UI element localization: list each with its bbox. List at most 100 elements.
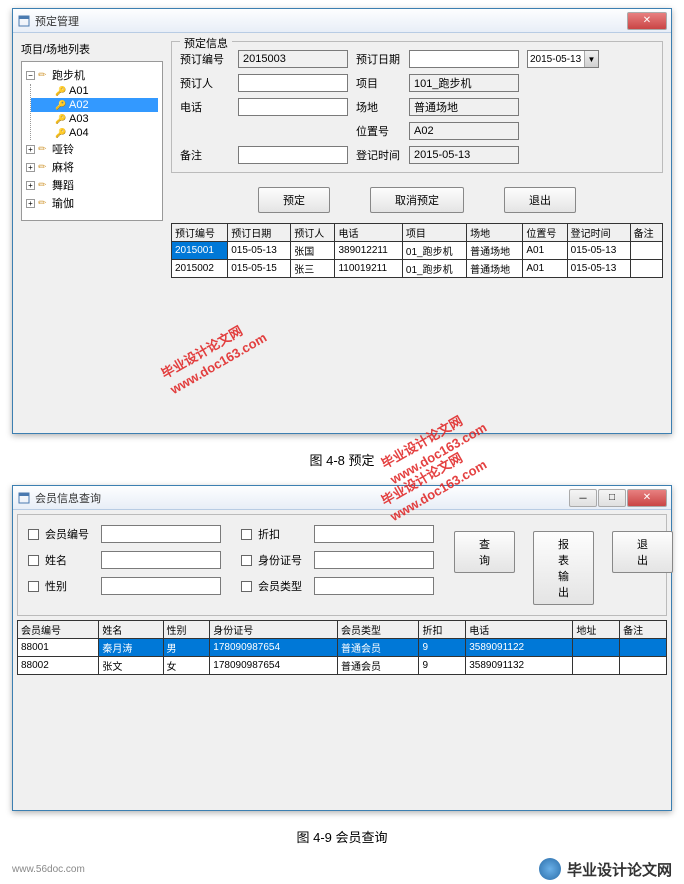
tree-node-child[interactable]: A04 [31,126,158,140]
input-position-no[interactable] [409,122,519,140]
query-button[interactable]: 查询 [454,531,515,573]
checkbox-gender[interactable] [28,581,39,592]
table-cell [573,657,620,675]
input-reg-time[interactable] [409,146,519,164]
checkbox-member-no[interactable] [28,529,39,540]
table-header[interactable]: 预订编号 [172,224,228,242]
table-cell: 178090987654 [210,657,338,675]
table-header[interactable]: 会员类型 [338,621,419,639]
window-icon [17,491,31,505]
expand-icon[interactable]: + [26,199,35,208]
checkbox-member-type[interactable] [241,581,252,592]
input-member-type[interactable] [314,577,434,595]
minimize-button[interactable]: － [569,489,597,507]
tree-node-child[interactable]: A03 [31,112,158,126]
bookings-table[interactable]: 预订编号预订日期预订人电话项目场地位置号登记时间备注 2015001015-05… [171,223,663,278]
table-header[interactable]: 备注 [630,224,662,242]
collapse-icon[interactable]: − [26,71,35,80]
exit-button[interactable]: 退出 [504,187,576,213]
table-header[interactable]: 电话 [466,621,573,639]
input-project[interactable] [409,74,519,92]
titlebar: 预定管理 ✕ [13,9,671,33]
expand-icon[interactable]: + [26,145,35,154]
table-header[interactable]: 位置号 [523,224,567,242]
table-header[interactable]: 性别 [163,621,210,639]
close-button[interactable]: ✕ [627,489,667,507]
table-cell: 普通场地 [467,242,523,260]
input-gender[interactable] [101,577,221,595]
table-header[interactable]: 电话 [335,224,402,242]
expand-icon[interactable]: + [26,181,35,190]
tree-node-root[interactable]: − 跑步机 [26,66,158,84]
checkbox-discount[interactable] [241,529,252,540]
tree-label: 项目/场地列表 [21,41,163,57]
tree-node-child[interactable]: A01 [31,84,158,98]
exit-button[interactable]: 退出 [612,531,673,573]
label-member-no: 会员编号 [45,526,95,542]
tree-node[interactable]: + 舞蹈 [26,176,158,194]
chevron-down-icon[interactable]: ▼ [584,51,598,67]
table-cell: 9 [419,639,466,657]
date-picker[interactable]: ▼ [527,50,599,68]
close-button[interactable]: ✕ [627,12,667,30]
table-header[interactable]: 场地 [467,224,523,242]
table-header[interactable]: 身份证号 [210,621,338,639]
input-booking-no[interactable] [238,50,348,68]
report-button[interactable]: 报表输出 [533,531,594,605]
table-cell: 9 [419,657,466,675]
input-discount[interactable] [314,525,434,543]
input-idno[interactable] [314,551,434,569]
table-cell [630,260,662,278]
table-header[interactable]: 项目 [402,224,466,242]
input-name[interactable] [101,551,221,569]
table-cell: 女 [163,657,210,675]
table-header[interactable]: 地址 [573,621,620,639]
tree-node[interactable]: + 麻将 [26,158,158,176]
table-cell: 015-05-13 [567,242,630,260]
table-cell: 88002 [18,657,99,675]
window-icon [17,14,31,28]
table-cell: 张国 [291,242,335,260]
table-cell: 男 [163,639,210,657]
table-row[interactable]: 2015002015-05-15张三11001921101_跑步机普通场地A01… [172,260,663,278]
table-header[interactable]: 折扣 [419,621,466,639]
table-row[interactable]: 88002张文女178090987654普通会员93589091132 [18,657,667,675]
input-member-no[interactable] [101,525,221,543]
table-header[interactable]: 预订日期 [228,224,291,242]
pencil-icon [38,179,50,191]
table-header[interactable]: 备注 [620,621,667,639]
table-cell [620,639,667,657]
cancel-booking-button[interactable]: 取消预定 [370,187,464,213]
member-query-window: 会员信息查询 － □ ✕ 会员编号 姓名 性别 [12,485,672,811]
members-table[interactable]: 会员编号姓名性别身份证号会员类型折扣电话地址备注 88001秦月涛男178090… [17,620,667,675]
table-header[interactable]: 登记时间 [567,224,630,242]
label-remarks: 备注 [180,147,230,163]
key-icon [55,127,67,139]
tree-view[interactable]: − 跑步机 A01 A02 A03 [21,61,163,221]
table-header[interactable]: 预订人 [291,224,335,242]
tree-node[interactable]: + 瑜伽 [26,194,158,212]
tree-node-label: 跑步机 [52,67,85,83]
table-cell: 张文 [99,657,163,675]
input-person[interactable] [238,74,348,92]
input-phone[interactable] [238,98,348,116]
table-header[interactable]: 会员编号 [18,621,99,639]
expand-icon[interactable]: + [26,163,35,172]
table-header[interactable]: 姓名 [99,621,163,639]
table-row[interactable]: 88001秦月涛男178090987654普通会员93589091122 [18,639,667,657]
checkbox-name[interactable] [28,555,39,566]
table-row[interactable]: 2015001015-05-13张国38901221101_跑步机普通场地A01… [172,242,663,260]
book-button[interactable]: 预定 [258,187,330,213]
tree-panel: 项目/场地列表 − 跑步机 A01 A02 [17,37,167,429]
maximize-button[interactable]: □ [598,489,626,507]
checkbox-idno[interactable] [241,555,252,566]
input-venue[interactable] [409,98,519,116]
tree-node-child[interactable]: A02 [31,98,158,112]
label-idno: 身份证号 [258,552,308,568]
label-venue: 场地 [356,99,401,115]
date-input[interactable] [528,51,584,67]
tree-node[interactable]: + 哑铃 [26,140,158,158]
input-remarks[interactable] [238,146,348,164]
tree-node-label: A01 [69,85,89,97]
input-booking-date[interactable] [409,50,519,68]
